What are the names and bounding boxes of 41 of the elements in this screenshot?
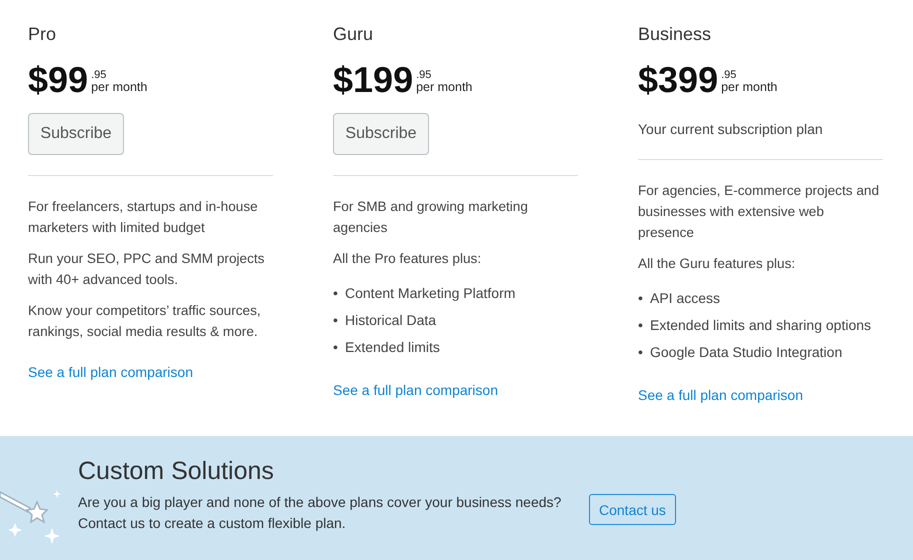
feature-item: Extended limits and sharing options bbox=[650, 316, 872, 334]
bullet: • bbox=[638, 288, 644, 306]
plan-comparison-link[interactable]: See a full plan comparison bbox=[333, 382, 578, 398]
bullet: • bbox=[333, 338, 339, 356]
plan-description: Know your competitors’ traffic sources, rankings, social media results & more. bbox=[28, 302, 262, 341]
feature-item: Extended limits bbox=[345, 338, 440, 356]
price-period: per month bbox=[91, 81, 148, 94]
plan-description: For agencies, E-commerce projects and businesses with extensive web presence bbox=[638, 182, 880, 242]
custom-solutions-text: Contact us to create a custom flexible plan. bbox=[78, 514, 347, 533]
plan-comparison-link[interactable]: See a full plan comparison bbox=[638, 387, 883, 403]
price-period: per month bbox=[721, 81, 778, 94]
custom-solutions-text: Are you a big player and none of the above plans cover your business needs? bbox=[78, 493, 562, 512]
plan-description: All the Guru features plus: bbox=[638, 255, 796, 273]
bullet: • bbox=[333, 310, 339, 328]
custom-solutions-title: Custom Solutions bbox=[78, 456, 275, 486]
plan-price: $199 bbox=[333, 62, 414, 98]
price-period: per month bbox=[416, 81, 472, 94]
feature-item: Google Data Studio Integration bbox=[650, 342, 842, 360]
subscribe-button[interactable]: Subscribe bbox=[28, 113, 124, 155]
current-plan-note: Your current subscription plan bbox=[638, 120, 824, 138]
plan-description: Run your SEO, PPC and SMM projects with 40+ advanced tools. bbox=[28, 250, 266, 289]
contact-us-button[interactable]: Contact us bbox=[589, 494, 676, 525]
plan-name: Guru bbox=[333, 23, 374, 46]
price-cents: .95 bbox=[91, 70, 108, 81]
plan-description: All the Pro features plus: bbox=[333, 250, 482, 268]
plan-description: For SMB and growing marketing agencies bbox=[333, 198, 529, 237]
plan-price: $399 bbox=[638, 62, 718, 98]
feature-item: Historical Data bbox=[345, 310, 436, 328]
bullet: • bbox=[333, 284, 339, 302]
bullet: • bbox=[638, 316, 644, 334]
feature-item: API access bbox=[650, 288, 720, 306]
plan-name: Business bbox=[638, 23, 712, 46]
feature-item: Content Marketing Platform bbox=[345, 284, 516, 302]
plan-comparison-link[interactable]: See a full plan comparison bbox=[28, 364, 273, 380]
plan-name: Pro bbox=[28, 23, 58, 46]
price-cents: .95 bbox=[416, 70, 432, 81]
price-cents: .95 bbox=[721, 70, 738, 81]
plan-description: For freelancers, startups and in-house marketers with limited budget bbox=[28, 198, 259, 237]
bullet: • bbox=[638, 342, 644, 360]
plan-price: $99 bbox=[28, 62, 88, 98]
subscribe-button[interactable]: Subscribe bbox=[333, 113, 429, 155]
